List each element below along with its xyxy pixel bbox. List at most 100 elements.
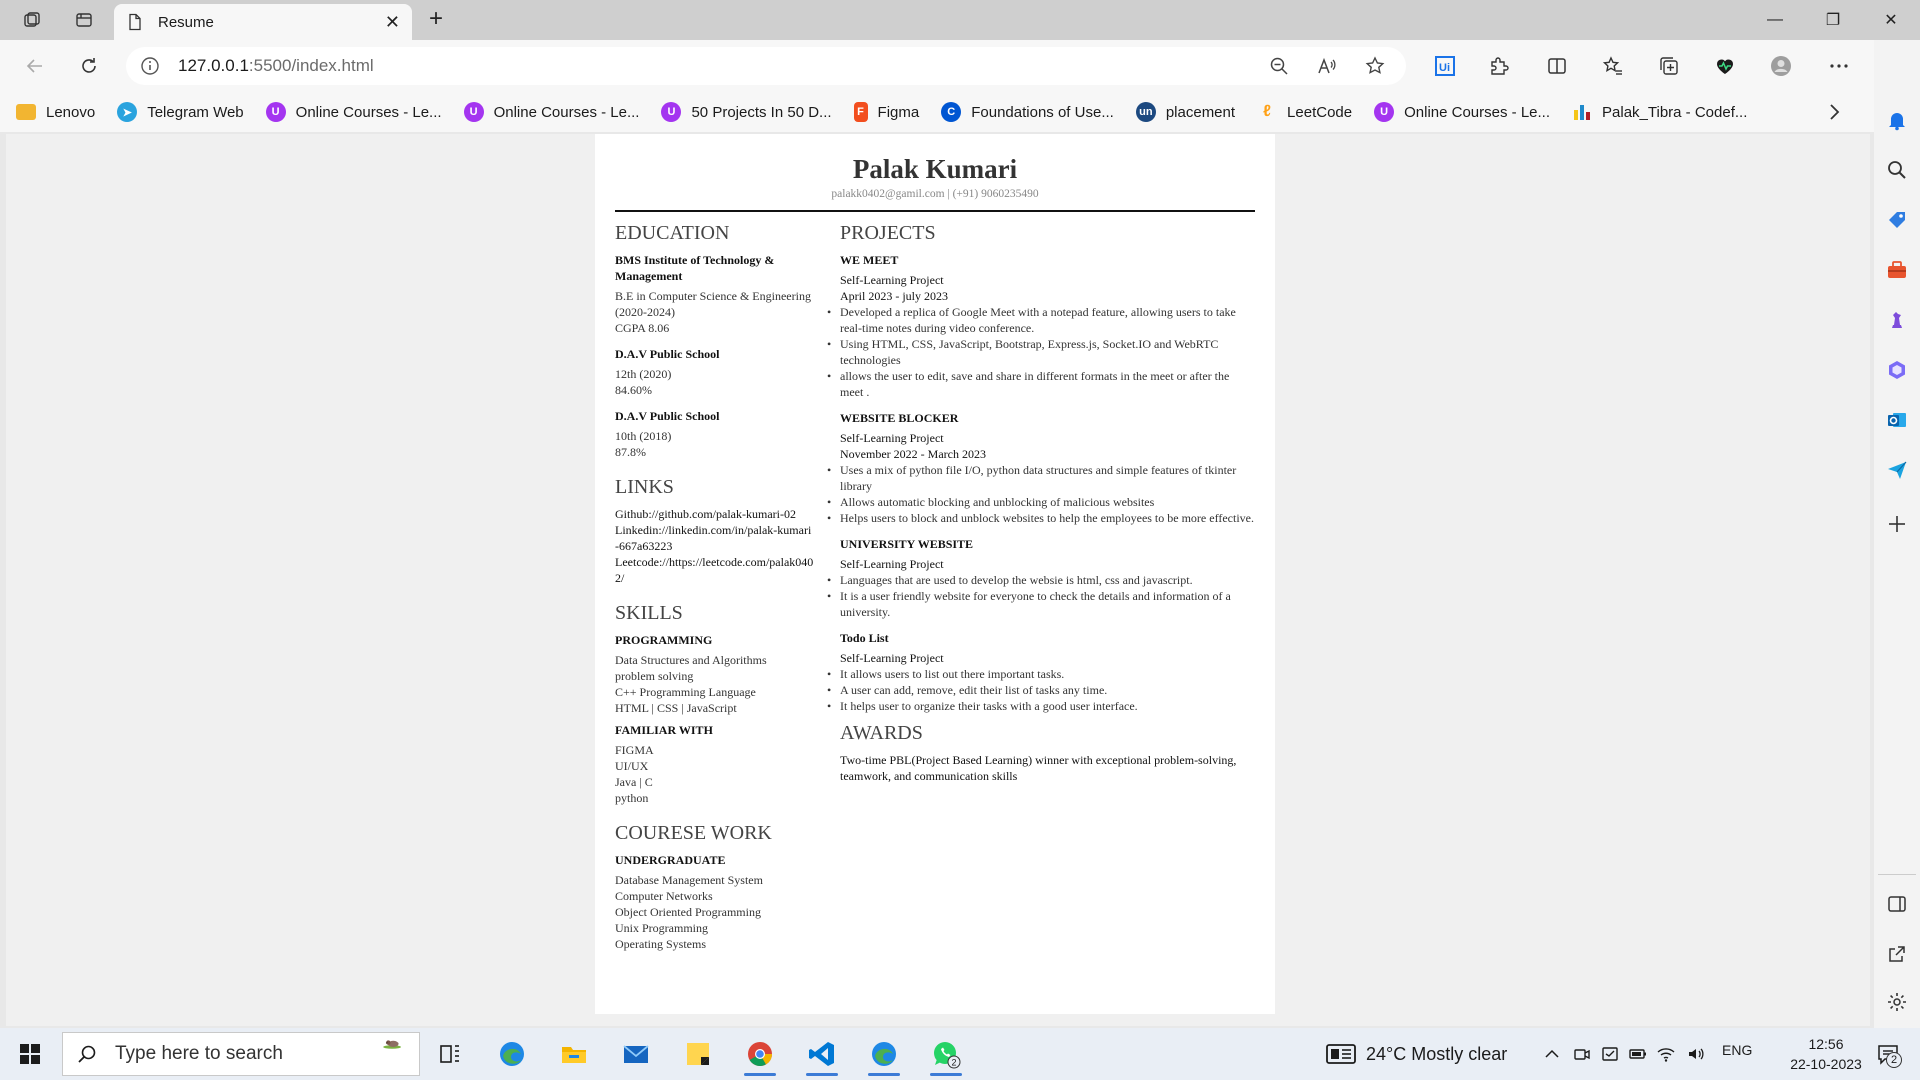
taskbar-task-view[interactable] [424, 1032, 476, 1076]
tray-wifi[interactable] [1654, 1042, 1678, 1066]
sidebar-hide-button[interactable] [1883, 890, 1911, 918]
coursework-heading: COURESE WORK [615, 822, 772, 844]
sidebar-tools[interactable] [1883, 256, 1911, 284]
uipath-icon: Ui [1435, 56, 1455, 76]
extensions-button[interactable] [1482, 50, 1516, 82]
project-bullets: Developed a replica of Google Meet with … [827, 304, 1255, 400]
workspaces-button[interactable] [16, 6, 48, 34]
search-placeholder: Type here to search [115, 1043, 283, 1064]
link-leetcode[interactable]: Leetcode://https://leetcode.com/palak040… [615, 554, 815, 586]
tray-overflow[interactable] [1540, 1042, 1564, 1066]
page-icon [129, 13, 141, 31]
uipath-extension-button[interactable]: Ui [1428, 50, 1462, 82]
bookmark-codeforces[interactable]: Palak_Tibra - Codef... [1572, 102, 1747, 122]
sidebar-office[interactable] [1883, 356, 1911, 384]
taskbar-edge[interactable] [486, 1032, 538, 1076]
telegram-icon: ➤ [117, 102, 138, 122]
taskbar-vscode[interactable] [796, 1032, 848, 1076]
address-bar[interactable]: 127.0.0.1:5500/index.html [126, 47, 1406, 85]
browser-essentials-button[interactable] [1708, 50, 1742, 82]
toolbox-icon [1888, 261, 1906, 278]
tab-resume[interactable]: Resume ✕ [114, 4, 412, 40]
bookmark-leetcode[interactable]: ℓ LeetCode [1257, 102, 1352, 122]
system-clock[interactable]: 12:56 22-10-2023 [1784, 1034, 1868, 1074]
new-tab-button[interactable]: + [420, 6, 452, 34]
vscode-icon [809, 1042, 834, 1066]
favorites-button[interactable] [1596, 50, 1630, 82]
zoom-button[interactable] [1262, 50, 1296, 82]
sidebar-games[interactable] [1883, 306, 1911, 334]
taskbar-file-explorer[interactable] [548, 1032, 600, 1076]
start-button[interactable] [8, 1036, 52, 1072]
taskbar-sticky-notes[interactable] [672, 1032, 724, 1076]
weather-widget[interactable]: 24°C Mostly clear [1326, 1036, 1507, 1072]
bookmarks-overflow-chevron-icon[interactable] [1822, 100, 1846, 124]
collections-icon [1660, 57, 1678, 75]
school-name: BMS Institute of Technology & Management [615, 253, 775, 283]
sidebar-open-external[interactable] [1883, 940, 1911, 968]
codeforces-icon [1574, 105, 1591, 120]
bookmark-lenovo[interactable]: Lenovo [16, 104, 95, 121]
taskbar-edge-active[interactable] [858, 1032, 910, 1076]
tab-actions-button[interactable] [68, 6, 100, 34]
bookmark-figma[interactable]: F Figma [853, 102, 919, 122]
notification-center-button[interactable]: 2 [1868, 1040, 1908, 1068]
weather-icon [1326, 1044, 1356, 1064]
close-window-button[interactable]: ✕ [1862, 0, 1920, 40]
bookmark-udemy-2[interactable]: U Online Courses - Le... [463, 102, 639, 122]
sidebar-settings[interactable] [1883, 988, 1911, 1016]
bookmark-coursera[interactable]: C Foundations of Use... [941, 102, 1114, 122]
tag-icon [1889, 212, 1905, 228]
tab-strip: Resume ✕ + — ❐ ✕ [0, 0, 1920, 40]
profile-button[interactable] [1764, 50, 1798, 82]
sidebar-drop[interactable] [1883, 456, 1911, 484]
chrome-icon [748, 1042, 772, 1067]
course-item: Unix Programming [615, 921, 708, 935]
url-text[interactable]: 127.0.0.1:5500/index.html [178, 56, 1248, 76]
site-info-icon[interactable] [140, 56, 160, 76]
sidebar-shopping[interactable] [1883, 206, 1911, 234]
heart-pulse-icon [1717, 59, 1733, 74]
project-item: WEBSITE BLOCKER Self-Learning Project No… [827, 410, 1255, 526]
bookmark-udemy-3[interactable]: U Online Courses - Le... [1374, 102, 1550, 122]
bookmark-udemy-1[interactable]: U Online Courses - Le... [265, 102, 442, 122]
project-bullet: A user can add, remove, edit their list … [827, 682, 1255, 698]
skill-item: UI/UX [615, 759, 649, 773]
tab-close-icon[interactable]: ✕ [385, 12, 400, 33]
link-linkedin[interactable]: Linkedin://linkedin.com/in/palak-kumari-… [615, 522, 815, 554]
read-aloud-button[interactable] [1310, 50, 1344, 82]
education-line: 12th (2020) [615, 367, 672, 381]
tray-app[interactable] [1598, 1042, 1622, 1066]
taskbar-whatsapp[interactable]: 2 [920, 1032, 972, 1076]
tray-meet-now[interactable] [1570, 1042, 1594, 1066]
bookmark-label: 50 Projects In 50 D... [691, 103, 832, 121]
sidebar-notifications[interactable] [1883, 106, 1911, 134]
link-github[interactable]: Github://github.com/palak-kumari-02 [615, 506, 815, 522]
refresh-button[interactable] [72, 50, 106, 82]
taskbar-chrome[interactable] [734, 1032, 786, 1076]
sidebar-add-button[interactable] [1883, 510, 1911, 538]
project-date: April 2023 - july 2023 [840, 289, 948, 303]
taskbar-search-input[interactable]: Type here to search [62, 1032, 420, 1076]
collections-button[interactable] [1652, 50, 1686, 82]
sidebar-outlook[interactable] [1883, 406, 1911, 434]
mail-icon [623, 1045, 649, 1063]
bookmark-telegram[interactable]: ➤ Telegram Web [117, 102, 244, 122]
tray-volume[interactable] [1684, 1042, 1708, 1066]
sidebar-search[interactable] [1883, 156, 1911, 184]
input-language[interactable]: ENG [1722, 1042, 1752, 1058]
skills-group: FAMILIAR WITH FIGMA UI/UX Java | C pytho… [615, 722, 815, 806]
taskbar-mail[interactable] [610, 1032, 662, 1076]
skills-group-title: PROGRAMMING [615, 633, 713, 647]
favorite-button[interactable] [1358, 50, 1392, 82]
minimize-button[interactable]: — [1746, 0, 1804, 40]
bookmark-placement[interactable]: un placement [1135, 102, 1235, 122]
split-screen-button[interactable] [1540, 50, 1574, 82]
restore-button[interactable]: ❐ [1804, 0, 1862, 40]
tray-battery[interactable] [1626, 1042, 1650, 1066]
read-aloud-icon [1318, 57, 1336, 74]
bookmark-50-projects[interactable]: U 50 Projects In 50 D... [661, 102, 832, 122]
back-button[interactable] [18, 50, 52, 82]
window-icon [1602, 1047, 1618, 1061]
settings-more-button[interactable] [1822, 50, 1856, 82]
